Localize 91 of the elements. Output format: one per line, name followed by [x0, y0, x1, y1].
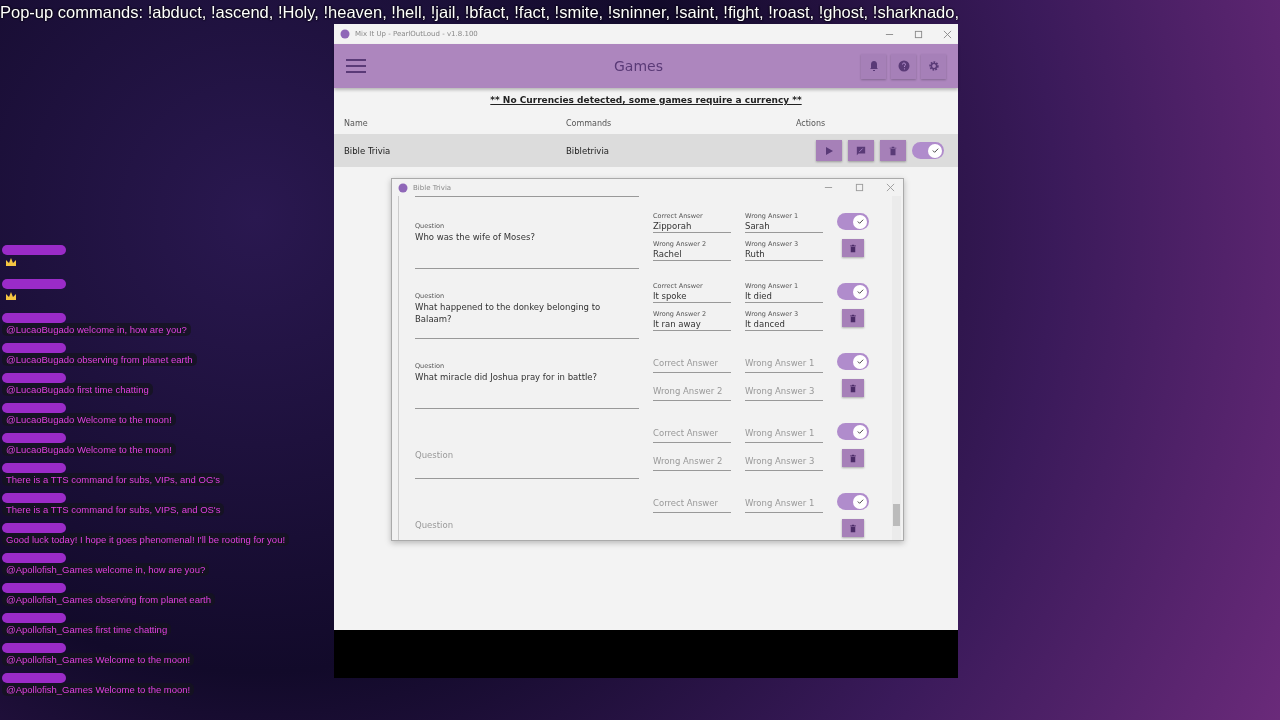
answer-field[interactable]: Wrong Answer 2 — [653, 381, 731, 401]
chat-message: There is a TTS command for subs, VIPS, and OS's — [2, 503, 225, 516]
username-badge — [2, 643, 66, 653]
username-badge — [2, 279, 66, 289]
trash-icon — [849, 313, 857, 323]
check-icon — [855, 427, 865, 436]
message-edit-icon — [856, 145, 866, 156]
chat-message: There is a TTS command for subs, VIPs, and OG's — [2, 473, 224, 486]
chat-message: @Apollofish_Games first time chatting — [2, 623, 172, 636]
toggle-switch[interactable] — [837, 353, 869, 370]
toggle-switch[interactable] — [837, 493, 869, 510]
answer-field[interactable]: Wrong Answer 1 — [745, 493, 823, 513]
question-field[interactable]: Question — [415, 502, 639, 540]
app-logo-icon — [340, 29, 350, 39]
answer-field[interactable]: Correct Answer — [653, 423, 731, 443]
trash-icon — [849, 243, 857, 253]
username-badge — [2, 433, 66, 443]
overlay-caption: Pop-up commands: !abduct, !ascend, !Holy, !heaven, !hell, !jail, !bfact, !fact, !smite, !sninner, !saint, !fight, !roast, !ghost, !sharknado, — [0, 3, 959, 22]
username-badge — [2, 673, 66, 683]
delete-button[interactable] — [842, 309, 864, 327]
notifications-button[interactable] — [861, 53, 886, 79]
settings-button[interactable] — [921, 53, 946, 79]
username-badge — [2, 245, 66, 255]
chat-message: @Apollofish_Games welcome in, how are you? — [2, 563, 210, 576]
play-icon — [824, 145, 834, 156]
answer-field[interactable]: Wrong Answer 3 — [745, 381, 823, 401]
close-icon[interactable] — [886, 183, 895, 192]
chat-message: @LucaoBugado first time chatting — [2, 383, 153, 396]
username-badge — [2, 463, 66, 473]
answer-field[interactable]: Wrong Answer 1 — [745, 423, 823, 443]
chat-message: @LucaoBugado Welcome to the moon! — [2, 443, 176, 456]
page-heading: Games — [613, 58, 664, 74]
chat-message: @Apollofish_Games observing from planet earth — [2, 593, 216, 606]
question-field[interactable]: Question — [415, 432, 639, 479]
chat-message: Good luck today! I hope it goes phenomenal! I'll be rooting for you! — [2, 533, 290, 546]
help-button[interactable] — [891, 53, 916, 79]
trash-icon — [849, 523, 857, 533]
username-badge — [2, 553, 66, 563]
menu-icon[interactable] — [346, 59, 366, 73]
username-badge — [2, 613, 66, 623]
username-badge — [2, 313, 66, 323]
check-icon — [855, 217, 865, 226]
play-button[interactable] — [816, 140, 842, 161]
help-icon — [897, 60, 910, 72]
column-header: Name — [343, 118, 369, 128]
toggle-switch[interactable] — [912, 142, 944, 159]
game-command: Bibletrivia — [566, 145, 610, 156]
check-icon — [930, 146, 940, 155]
username-badge — [2, 523, 66, 533]
check-icon — [855, 287, 865, 296]
toggle-switch[interactable] — [837, 283, 869, 300]
trash-icon — [849, 383, 857, 393]
answer-field[interactable]: Wrong Answer 1 — [745, 353, 823, 373]
game-name: Bible Trivia — [343, 145, 392, 156]
column-header: Actions — [796, 118, 827, 128]
column-header: Commands — [566, 118, 613, 128]
edit-button[interactable] — [848, 140, 874, 161]
currency-notice: ** No Currencies detected, some games require a currency ** — [489, 95, 803, 105]
chat-message: @LucaoBugado welcome in, how are you? — [2, 323, 191, 336]
delete-button[interactable] — [880, 140, 906, 161]
check-icon — [855, 357, 865, 366]
trash-icon — [888, 145, 898, 156]
scrollbar[interactable] — [892, 196, 901, 540]
chat-message: @LucaoBugado Welcome to the moon! — [2, 413, 176, 426]
app-logo-icon — [398, 182, 408, 193]
toggle-switch[interactable] — [837, 213, 869, 230]
username-badge — [2, 583, 66, 593]
crown-icon — [5, 257, 17, 267]
username-badge — [2, 373, 66, 383]
crown-icon — [5, 291, 17, 301]
trash-icon — [849, 453, 857, 463]
delete-button[interactable] — [842, 239, 864, 257]
username-badge — [2, 403, 66, 413]
username-badge — [2, 493, 66, 503]
maximize-icon[interactable] — [914, 29, 923, 39]
chat-message: @Apollofish_Games Welcome to the moon! — [2, 683, 195, 696]
settings-icon — [927, 60, 940, 72]
username-badge — [2, 343, 66, 353]
close-icon[interactable] — [943, 29, 952, 39]
answer-field[interactable]: Correct Answer — [653, 353, 731, 373]
delete-button[interactable] — [842, 449, 864, 467]
check-icon — [855, 497, 865, 506]
delete-button[interactable] — [842, 519, 864, 537]
answer-field[interactable]: Wrong Answer 2 — [653, 451, 731, 471]
answer-field[interactable]: Correct Answer — [653, 493, 731, 513]
answer-field[interactable]: Wrong Answer 3 — [745, 451, 823, 471]
toggle-switch[interactable] — [837, 423, 869, 440]
chat-message: @Apollofish_Games Welcome to the moon! — [2, 653, 195, 666]
delete-button[interactable] — [842, 379, 864, 397]
chat-message: @LucaoBugado observing from planet earth — [2, 353, 197, 366]
maximize-icon[interactable] — [855, 183, 864, 192]
